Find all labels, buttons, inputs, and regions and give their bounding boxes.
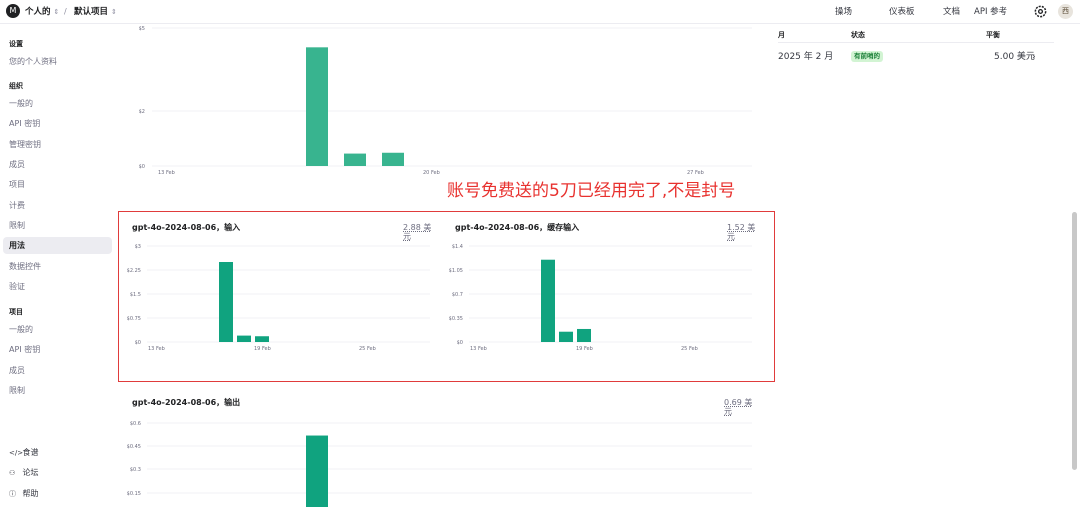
row-month: 2025 年 2 月 xyxy=(778,52,834,62)
bar xyxy=(344,153,366,166)
col-header-status: 状态 xyxy=(851,31,865,39)
status-badge: 有前哨的 xyxy=(851,51,883,62)
card-title-input: gpt-4o-2024-08-06，输入 xyxy=(132,223,241,232)
bar xyxy=(306,435,328,507)
x-tick-label: 20 Feb xyxy=(423,170,440,176)
y-tick-label: $0.3 xyxy=(130,467,141,473)
card-title-output: gpt-4o-2024-08-06，输出 xyxy=(132,398,241,407)
card-cost-cached-input[interactable]: 1.52 美元 xyxy=(727,223,757,241)
col-header-month: 月 xyxy=(778,31,785,39)
col-header-balance: 平衡 xyxy=(986,31,1000,39)
chevron-right-icon[interactable]: › xyxy=(1032,51,1036,63)
bar xyxy=(382,152,404,166)
highlight-box xyxy=(118,211,775,382)
card-cost-output[interactable]: 0.69 美元 xyxy=(724,398,754,416)
y-tick-label: $0 xyxy=(139,164,145,170)
y-tick-label: $5 xyxy=(139,26,145,32)
y-tick-label: $0.15 xyxy=(127,491,141,497)
x-tick-label: 27 Feb xyxy=(687,170,704,176)
row-balance: 5.00 美元 xyxy=(994,52,1035,62)
x-tick-label: 13 Feb xyxy=(158,170,175,176)
y-tick-label: $2 xyxy=(139,109,145,115)
annotation-text: 账号免费送的5刀已经用完了,不是封号 xyxy=(447,181,736,201)
scrollbar-thumb[interactable] xyxy=(1072,212,1077,470)
table-divider xyxy=(778,42,1054,43)
card-cost-input[interactable]: 2.88 美元 xyxy=(403,223,433,241)
card-title-cached-input: gpt-4o-2024-08-06，缓存输入 xyxy=(455,223,580,232)
y-tick-label: $0.6 xyxy=(130,421,141,427)
bar xyxy=(306,47,328,166)
y-tick-label: $0.45 xyxy=(127,444,141,450)
